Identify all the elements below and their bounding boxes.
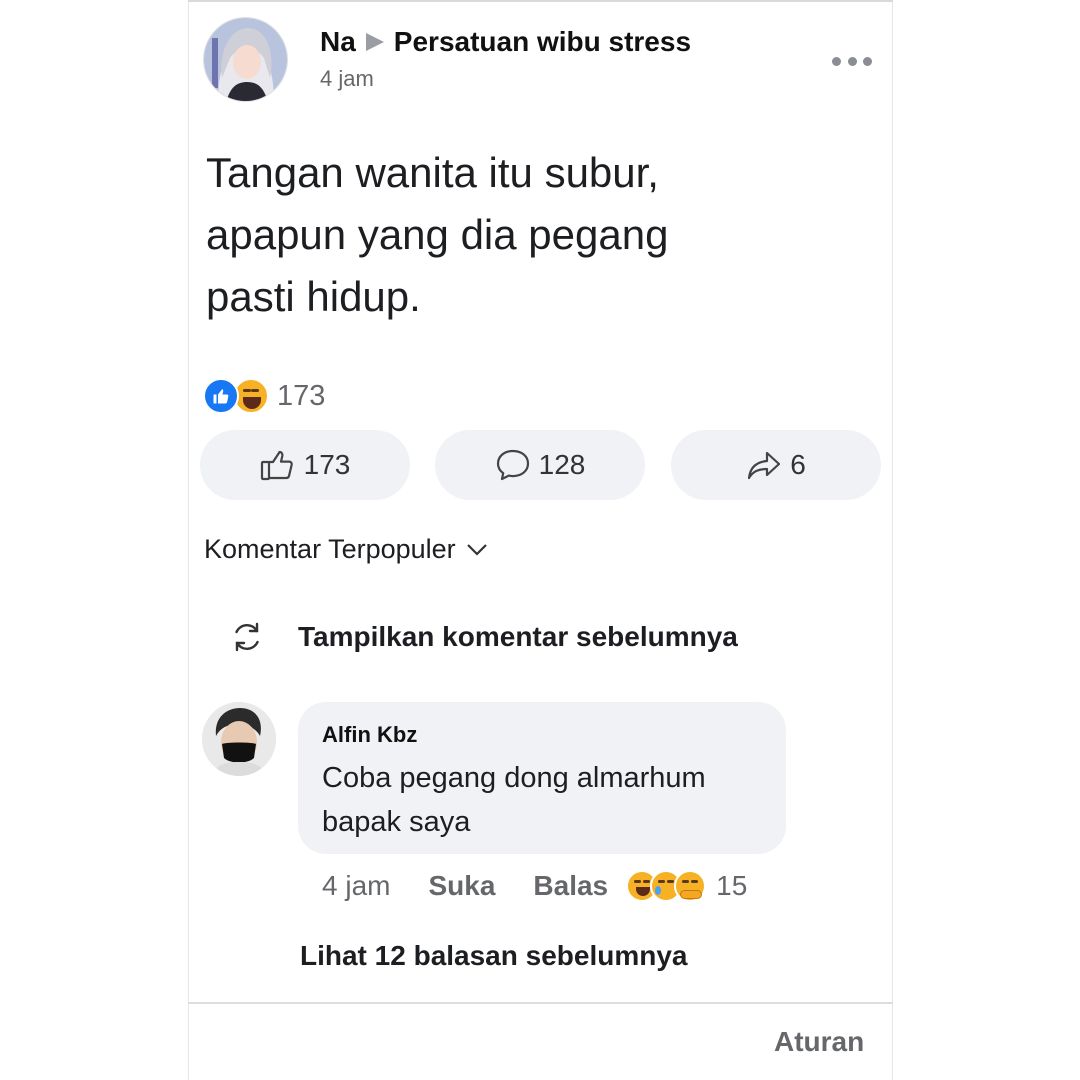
comment-reactions[interactable] bbox=[626, 870, 707, 902]
post-text-line: Tangan wanita itu subur, bbox=[206, 149, 659, 196]
posted-in-arrow-icon bbox=[365, 33, 384, 51]
share-button[interactable]: 6 bbox=[671, 430, 881, 500]
chevron-down-icon bbox=[466, 543, 487, 556]
post-body: Tangan wanita itu subur, apapun yang dia… bbox=[206, 142, 846, 328]
post-timestamp[interactable]: 4 jam bbox=[320, 66, 374, 92]
post-author-name[interactable]: Na bbox=[320, 26, 356, 58]
view-previous-replies[interactable]: Lihat 12 balasan sebelumnya bbox=[300, 940, 688, 972]
like-count: 173 bbox=[303, 449, 351, 480]
show-previous-label: Tampilkan komentar sebelumnya bbox=[298, 621, 738, 652]
comment-timestamp[interactable]: 4 jam bbox=[322, 870, 390, 902]
comment-text-line: bapak saya bbox=[322, 806, 471, 838]
more-options-icon[interactable] bbox=[832, 54, 872, 68]
group-name[interactable]: Persatuan wibu stress bbox=[394, 26, 691, 58]
footer-divider bbox=[188, 1002, 893, 1004]
commenter-avatar[interactable] bbox=[202, 702, 276, 776]
post-text-line: pasti hidup. bbox=[206, 273, 421, 320]
show-previous-comments[interactable]: Tampilkan komentar sebelumnya bbox=[230, 620, 738, 654]
comment-reaction-count: 15 bbox=[716, 870, 748, 901]
sort-label: Komentar Terpopuler bbox=[204, 534, 456, 564]
top-edge-divider bbox=[188, 0, 893, 2]
care-icon bbox=[674, 870, 707, 902]
comment-reply-button[interactable]: Balas bbox=[533, 870, 608, 902]
share-count: 6 bbox=[790, 449, 806, 480]
comment-like-button[interactable]: Suka bbox=[428, 870, 495, 902]
like-icon bbox=[203, 378, 239, 414]
rules-link[interactable]: Aturan bbox=[774, 1026, 864, 1058]
comment-button[interactable]: 128 bbox=[435, 430, 645, 500]
like-button[interactable]: 173 bbox=[200, 430, 410, 500]
comment-actions: 4 jam Suka Balas 15 bbox=[322, 870, 747, 902]
comment-bubble: Alfin Kbz Coba pegang dong almarhum bapa… bbox=[298, 702, 786, 854]
comment-count: 128 bbox=[538, 449, 586, 480]
comment-text-line: Coba pegang dong almarhum bbox=[322, 762, 706, 794]
reactions-summary[interactable]: 173 bbox=[203, 378, 325, 414]
thumbs-up-icon bbox=[260, 450, 293, 481]
post-author-avatar[interactable] bbox=[203, 17, 288, 102]
post-text-line: apapun yang dia pegang bbox=[206, 211, 669, 258]
share-arrow-icon bbox=[748, 451, 781, 480]
refresh-icon bbox=[235, 622, 259, 652]
comment-text: Coba pegang dong almarhum bapak saya bbox=[322, 756, 762, 844]
reaction-count: 173 bbox=[277, 379, 326, 412]
commenter-name[interactable]: Alfin Kbz bbox=[322, 722, 762, 748]
comment-sort-dropdown[interactable]: Komentar Terpopuler bbox=[204, 534, 488, 565]
comment-bubble-icon bbox=[496, 449, 529, 481]
post-header-names: Na Persatuan wibu stress bbox=[320, 26, 691, 58]
